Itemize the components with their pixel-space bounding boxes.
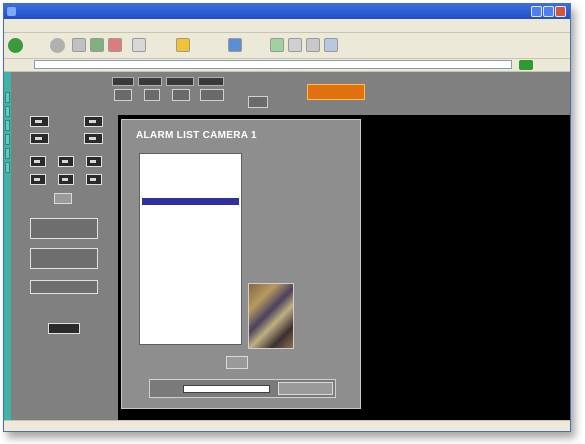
ok-button[interactable] xyxy=(226,356,248,369)
window-title xyxy=(20,6,380,15)
minimize-button[interactable] xyxy=(531,6,542,17)
alarm-row[interactable] xyxy=(142,226,239,233)
browser-window: ALARM LIST CAMERA 1 xyxy=(3,3,571,432)
alarm-row[interactable] xyxy=(142,163,239,170)
back-label xyxy=(25,41,43,50)
teal-sidebar xyxy=(4,72,11,420)
control-button[interactable] xyxy=(30,248,98,269)
alarm-row[interactable] xyxy=(142,156,239,163)
menu-file[interactable] xyxy=(8,21,22,30)
media-icon[interactable] xyxy=(228,38,242,52)
header-field[interactable] xyxy=(144,89,160,101)
title-bar xyxy=(4,4,570,19)
header-field[interactable] xyxy=(172,89,190,101)
home-icon[interactable] xyxy=(108,38,122,52)
ptz-button[interactable] xyxy=(30,156,46,167)
menu-tools[interactable] xyxy=(100,21,118,30)
alarm-row[interactable] xyxy=(142,205,239,212)
zoom-out-label[interactable] xyxy=(70,302,98,310)
brand-logo xyxy=(307,84,365,100)
favorites-label xyxy=(194,41,224,50)
search-button[interactable] xyxy=(278,382,333,395)
alarm-row[interactable] xyxy=(142,184,239,191)
sidebar-tab[interactable] xyxy=(5,106,10,117)
dialog-title: ALARM LIST CAMERA 1 xyxy=(136,130,257,141)
menu-help[interactable] xyxy=(122,21,140,30)
alarm-row-selected[interactable] xyxy=(142,198,239,205)
sidebar-tab[interactable] xyxy=(5,92,10,103)
menu-view[interactable] xyxy=(44,21,62,30)
alarm-row[interactable] xyxy=(142,191,239,198)
forward-icon[interactable] xyxy=(50,38,65,53)
alarm-row[interactable] xyxy=(142,219,239,226)
stop-icon[interactable] xyxy=(72,38,86,52)
menu-edit[interactable] xyxy=(26,21,40,30)
header-field[interactable] xyxy=(200,89,224,101)
alarm-list-dialog: ALARM LIST CAMERA 1 xyxy=(121,119,361,409)
page-content: ALARM LIST CAMERA 1 xyxy=(4,72,570,420)
app-logo xyxy=(26,74,110,104)
ptz-button[interactable] xyxy=(30,116,49,127)
bottom-button[interactable] xyxy=(48,323,80,334)
sidebar-tab[interactable] xyxy=(5,162,10,173)
header-field[interactable] xyxy=(248,96,268,108)
media-label xyxy=(246,41,266,50)
ptz-button[interactable] xyxy=(84,133,103,144)
search-panel xyxy=(149,379,336,398)
menu-bar xyxy=(4,19,570,33)
header-label xyxy=(138,77,162,86)
address-field[interactable] xyxy=(34,60,512,69)
alarm-row[interactable] xyxy=(142,177,239,184)
back-icon[interactable] xyxy=(8,38,23,53)
status-zone xyxy=(504,423,564,431)
print-icon[interactable] xyxy=(306,38,320,52)
ptz-button[interactable] xyxy=(30,174,46,185)
header-label xyxy=(112,77,134,86)
close-button[interactable] xyxy=(555,6,566,17)
alarm-snapshot-image xyxy=(248,283,294,349)
search-label xyxy=(150,41,172,50)
sidebar-tab[interactable] xyxy=(5,148,10,159)
center-button[interactable] xyxy=(54,193,72,204)
favorites-icon[interactable] xyxy=(176,38,190,52)
sidebar-tab[interactable] xyxy=(5,120,10,131)
ptz-button[interactable] xyxy=(86,174,102,185)
search-icon[interactable] xyxy=(132,38,146,52)
ptz-button[interactable] xyxy=(30,133,49,144)
header-field[interactable] xyxy=(114,89,132,101)
browser-icon xyxy=(7,7,16,16)
alarm-row[interactable] xyxy=(142,212,239,219)
menu-favorites[interactable] xyxy=(66,21,96,30)
control-button[interactable] xyxy=(30,280,98,294)
ptz-button[interactable] xyxy=(58,156,74,167)
alarm-list[interactable] xyxy=(139,153,242,345)
header-label xyxy=(198,77,224,86)
control-button[interactable] xyxy=(30,218,98,239)
refresh-icon[interactable] xyxy=(90,38,104,52)
browser-toolbar xyxy=(4,33,570,59)
zoom-in-label[interactable] xyxy=(38,302,66,310)
mail-icon[interactable] xyxy=(288,38,302,52)
go-icon[interactable] xyxy=(519,60,533,70)
search-field-label xyxy=(153,385,181,393)
ptz-button[interactable] xyxy=(58,174,74,185)
maximize-button[interactable] xyxy=(543,6,554,17)
sidebar-tab[interactable] xyxy=(5,134,10,145)
status-bar xyxy=(4,420,570,431)
address-bar xyxy=(4,59,570,72)
alarm-row[interactable] xyxy=(142,170,239,177)
links-label[interactable] xyxy=(538,61,566,69)
ptz-button[interactable] xyxy=(84,116,103,127)
ptz-button[interactable] xyxy=(86,156,102,167)
edit-icon[interactable] xyxy=(324,38,338,52)
status-text xyxy=(8,423,68,431)
address-label xyxy=(8,61,28,69)
history-icon[interactable] xyxy=(270,38,284,52)
search-input[interactable] xyxy=(183,385,270,393)
alarm-row[interactable] xyxy=(142,233,239,240)
header-label xyxy=(166,77,194,86)
